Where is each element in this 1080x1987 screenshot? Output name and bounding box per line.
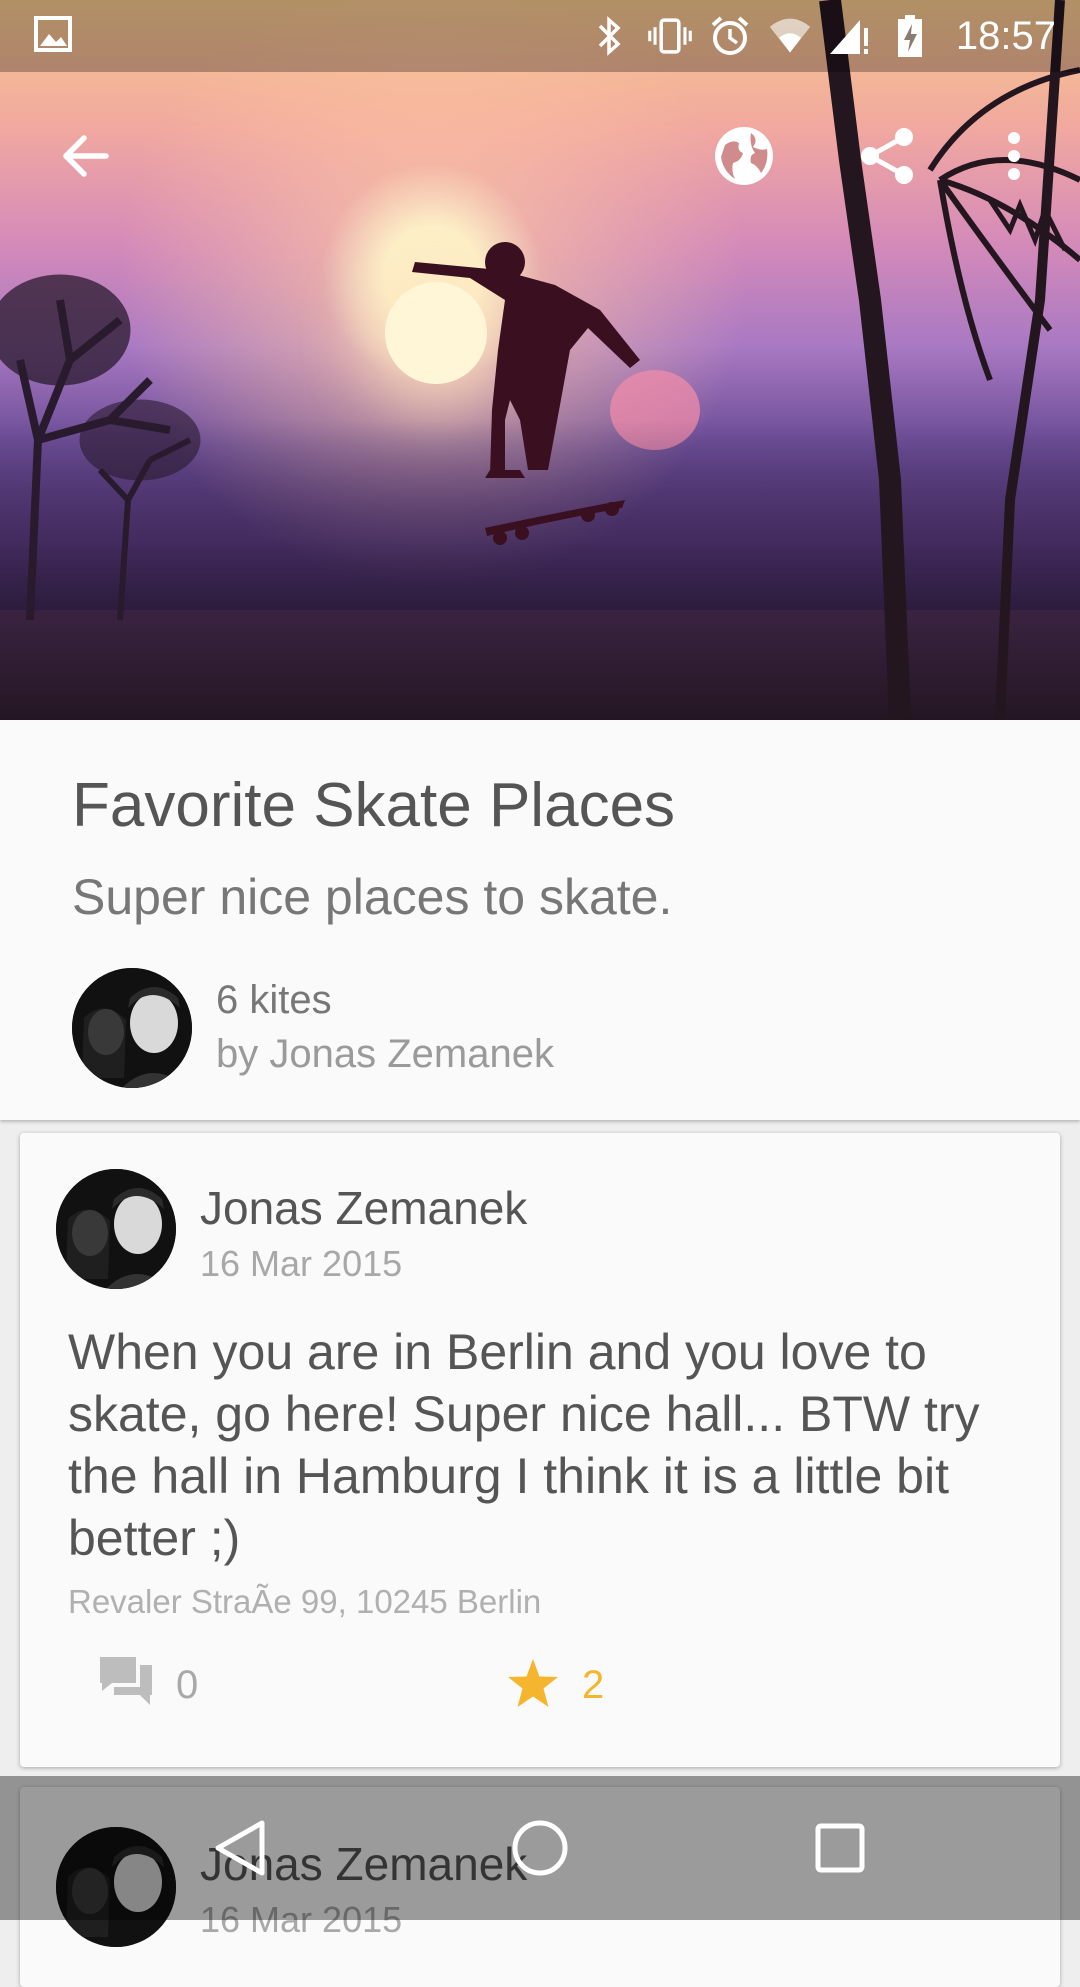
collection-author[interactable]: by Jonas Zemanek	[216, 1032, 554, 1077]
status-bar: 18:57	[0, 0, 1080, 72]
back-button[interactable]	[36, 108, 132, 204]
post-text: When you are in Berlin and you love to s…	[68, 1324, 980, 1566]
owner-avatar[interactable]	[72, 968, 192, 1088]
clock: 18:57	[955, 13, 1056, 58]
post-author[interactable]: Jonas Zemanek	[200, 1181, 527, 1235]
post-address[interactable]: Revaler StraÃe 99, 10245 Berlin	[68, 1583, 541, 1621]
star-count: 2	[582, 1663, 605, 1707]
cell-signal-icon	[828, 14, 872, 58]
navigation-bar	[0, 1776, 1080, 1920]
star-icon[interactable]	[506, 1657, 560, 1714]
post-date: 16 Mar 2015	[200, 1243, 403, 1284]
collection-subtitle: Super nice places to skate.	[72, 869, 673, 925]
wifi-icon	[768, 14, 812, 58]
share-button[interactable]	[840, 108, 936, 204]
avatar-photo	[72, 968, 192, 1088]
comment-icon[interactable]	[98, 1655, 154, 1712]
battery-charging-icon	[888, 14, 932, 58]
nav-back-icon	[215, 1820, 265, 1876]
post-card[interactable]: Jonas Zemanek 16 Mar 2015 When you are i…	[20, 1133, 1060, 1767]
share-icon	[861, 128, 913, 184]
arrow-back-icon	[63, 135, 109, 177]
nav-home-icon	[512, 1820, 568, 1876]
alarm-icon	[708, 14, 752, 58]
vibrate-icon	[648, 14, 692, 58]
nav-home-button[interactable]	[450, 1776, 630, 1920]
more-options-button[interactable]	[966, 108, 1062, 204]
globe-icon	[715, 127, 773, 185]
globe-button[interactable]	[696, 108, 792, 204]
collection-header: Favorite Skate Places Super nice places …	[0, 720, 1080, 1120]
comment-count: 0	[176, 1663, 199, 1707]
nav-back-button[interactable]	[150, 1776, 330, 1920]
more-vert-icon	[1008, 132, 1020, 180]
collection-title: Favorite Skate Places	[72, 771, 676, 840]
nav-recents-button[interactable]	[750, 1776, 930, 1920]
nav-recents-icon	[815, 1823, 865, 1873]
post-author-avatar[interactable]	[56, 1169, 176, 1289]
kite-count: 6 kites	[216, 978, 332, 1022]
bluetooth-icon	[588, 14, 632, 58]
toolbar	[0, 72, 1080, 240]
image-notification-icon	[34, 16, 72, 57]
avatar-photo	[56, 1169, 176, 1289]
